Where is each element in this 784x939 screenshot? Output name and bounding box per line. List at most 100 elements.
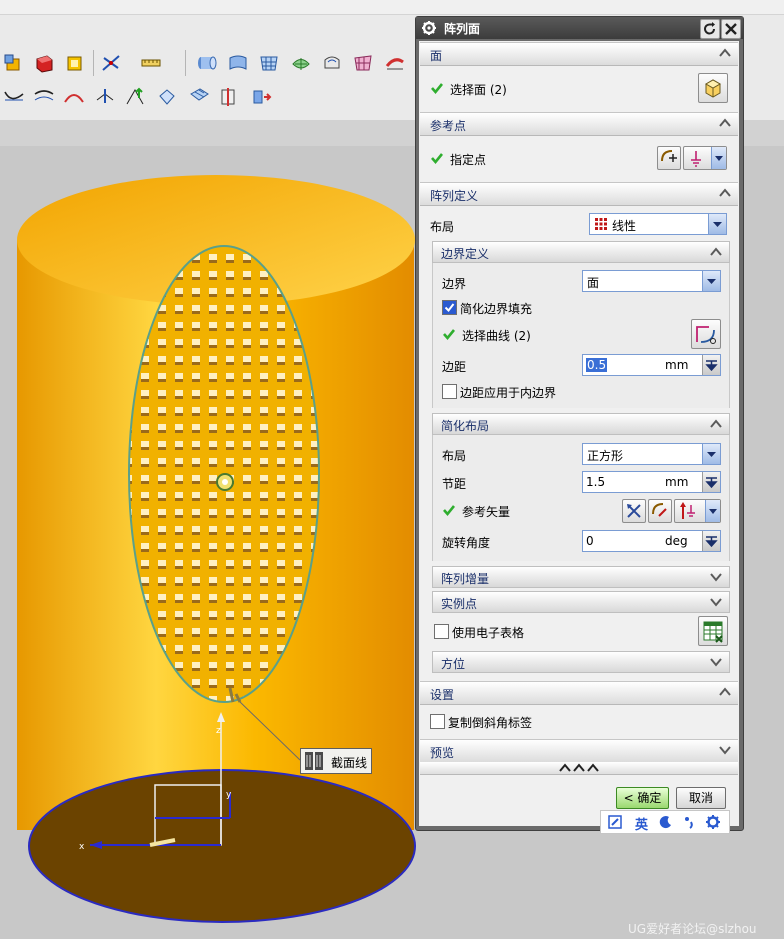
mesh-surface-icon[interactable] xyxy=(258,52,280,74)
simplify-fill-checkbox[interactable] xyxy=(442,300,457,315)
group-face-header[interactable]: 面 xyxy=(420,42,738,66)
margin-field[interactable]: 0.5 mm xyxy=(582,354,721,376)
subgroup-increment-header[interactable]: 阵列增量 xyxy=(432,566,730,588)
pitch-value: 1.5 xyxy=(586,475,606,489)
group-refpoint-label: 参考点 xyxy=(430,119,467,133)
close-button[interactable] xyxy=(721,19,741,39)
select-curve-button[interactable] xyxy=(691,319,721,349)
section-line-callout[interactable]: 截面线 xyxy=(300,748,372,774)
margin-value: 0.5 xyxy=(586,358,608,372)
chevron-down-icon xyxy=(710,598,722,607)
menu-strip xyxy=(0,0,784,15)
subgroup-increment-label: 阵列增量 xyxy=(441,572,490,586)
pitch-field[interactable]: 1.5 mm xyxy=(582,471,721,493)
simple-layout-label: 布局 xyxy=(442,449,467,463)
ime-lang-label[interactable]: 英 xyxy=(635,814,648,833)
simple-layout-select[interactable]: 正方形 xyxy=(582,443,721,465)
axis-icon[interactable] xyxy=(100,52,122,74)
watermark: UG爱好者论坛@slzhou xyxy=(628,922,757,936)
ruled-surface-icon[interactable] xyxy=(227,52,249,74)
layout-label: 布局 xyxy=(430,220,455,234)
boundary-value: 面 xyxy=(587,276,600,290)
chevron-down-icon xyxy=(707,452,716,457)
vector-type-dropdown[interactable] xyxy=(674,499,721,523)
layout-select[interactable]: 线性 xyxy=(589,213,727,235)
copy-chamfer-checkbox[interactable] xyxy=(430,714,445,729)
ime-toolbar[interactable]: 英 xyxy=(600,810,730,834)
group-pattern-def-header[interactable]: 阵列定义 xyxy=(420,182,738,206)
reset-icon xyxy=(704,22,715,35)
chevron-up-icon xyxy=(710,419,722,428)
cylinder-surface-icon[interactable] xyxy=(195,52,217,74)
boundary-panel: 边界 面 简化边界填充 选择曲线 (2) 边距 0.5 mm 边距应用于内边界 xyxy=(432,263,730,408)
extract-curve-icon[interactable] xyxy=(156,86,178,108)
group-preview-header[interactable]: 预览 xyxy=(420,739,738,763)
callout-label: 截面线 xyxy=(331,756,368,770)
subgroup-instance-header[interactable]: 实例点 xyxy=(432,591,730,613)
swept-surface-icon[interactable] xyxy=(290,52,312,74)
cylinder-bottom-face[interactable] xyxy=(28,769,416,923)
group-settings-label: 设置 xyxy=(430,688,455,702)
subgroup-boundary-header[interactable]: 边界定义 xyxy=(432,241,730,263)
group-settings-header[interactable]: 设置 xyxy=(420,681,738,705)
cube-face-icon xyxy=(704,79,722,98)
measure-icon[interactable] xyxy=(140,52,162,74)
rotation-unit: deg xyxy=(665,534,688,548)
chevron-up-icon xyxy=(710,247,722,256)
spreadsheet-checkbox[interactable] xyxy=(434,624,449,639)
linear-pattern-icon xyxy=(595,218,607,230)
face-analysis-icon[interactable] xyxy=(250,86,272,108)
group-refpoint-header[interactable]: 参考点 xyxy=(420,112,738,136)
curve-on-surface-icon[interactable] xyxy=(3,86,25,108)
offset-curve-icon[interactable] xyxy=(33,86,55,108)
moon-icon[interactable] xyxy=(658,814,674,830)
reset-button[interactable] xyxy=(700,19,720,39)
boundary-select[interactable]: 面 xyxy=(582,270,721,292)
spreadsheet-button[interactable] xyxy=(698,616,728,646)
spreadsheet-label: 使用电子表格 xyxy=(452,626,525,640)
reverse-direction-icon xyxy=(627,504,641,518)
section-icon[interactable] xyxy=(218,86,240,108)
point-dialog-button[interactable] xyxy=(657,146,681,170)
svg-text:y: y xyxy=(226,790,232,800)
curve-select-icon xyxy=(696,326,716,344)
subgroup-boundary-label: 边界定义 xyxy=(441,247,490,261)
select-face-button[interactable] xyxy=(698,73,728,103)
shell-icon[interactable] xyxy=(63,52,85,74)
intersect-curve-icon[interactable] xyxy=(124,86,146,108)
pitch-label: 节距 xyxy=(442,477,467,491)
gear-icon[interactable] xyxy=(421,20,437,36)
cancel-button[interactable]: 取消 xyxy=(676,787,726,809)
more-options-bar[interactable] xyxy=(420,762,738,775)
dialog-title: 阵列面 xyxy=(444,22,481,36)
point-type-dropdown[interactable] xyxy=(683,146,727,170)
rotation-field[interactable]: 0 deg xyxy=(582,530,721,552)
chevron-up-icon xyxy=(719,188,731,197)
close-icon xyxy=(725,23,737,35)
project-curve-icon[interactable] xyxy=(94,86,116,108)
dialog-title-bar[interactable]: 阵列面 xyxy=(416,17,743,39)
group-preview-label: 预览 xyxy=(430,746,455,760)
reverse-direction-button[interactable] xyxy=(622,499,646,523)
spreadsheet-icon xyxy=(703,621,723,643)
block-icon[interactable] xyxy=(33,52,55,74)
ime-pen-icon[interactable] xyxy=(607,814,623,830)
point-icon[interactable] xyxy=(2,52,24,74)
inferred-vector-icon xyxy=(680,502,695,519)
margin-inner-checkbox[interactable] xyxy=(442,384,457,399)
margin-unit: mm xyxy=(665,358,689,372)
subgroup-simple-layout-header[interactable]: 简化布局 xyxy=(432,413,730,435)
vector-dialog-button[interactable] xyxy=(648,499,672,523)
extend-surface-icon[interactable] xyxy=(384,52,406,74)
trim-surface-icon[interactable] xyxy=(352,52,374,74)
chevron-down-icon xyxy=(709,509,717,514)
gear-icon[interactable] xyxy=(705,814,721,830)
surface-grid-icon[interactable] xyxy=(188,86,210,108)
chevron-down-icon xyxy=(715,156,723,161)
offset-surface-icon[interactable] xyxy=(321,52,343,74)
bridge-curve-icon[interactable] xyxy=(63,86,85,108)
ok-button[interactable]: < 确定 > xyxy=(616,787,669,825)
subgroup-orientation-header[interactable]: 方位 xyxy=(432,651,730,673)
punctuation-icon[interactable] xyxy=(681,814,697,830)
inferred-point-icon xyxy=(691,151,701,167)
